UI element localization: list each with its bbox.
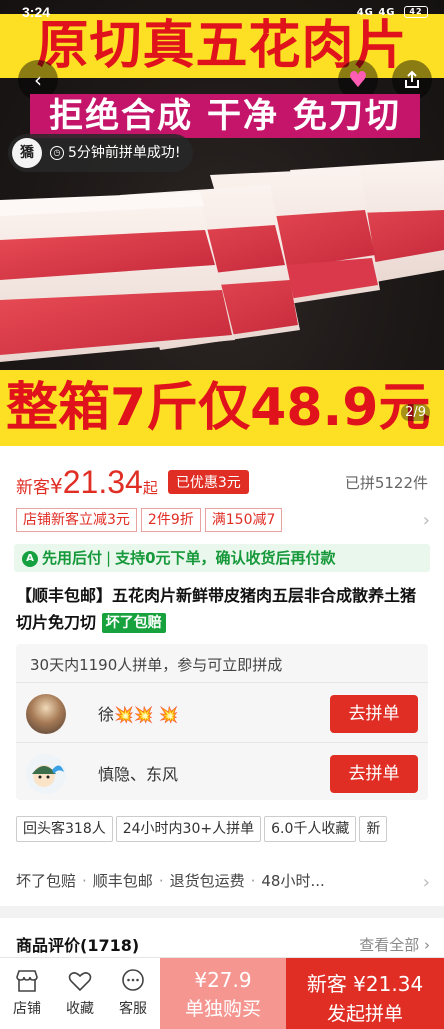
separator-dot: · <box>158 872 164 890</box>
new-customer-label: 新客 <box>16 478 50 498</box>
start-group-buy-button[interactable]: 新客 ¥21.34 发起拼单 <box>286 958 444 1029</box>
separator-dot: · <box>250 872 256 890</box>
avatar <box>26 694 66 734</box>
bottom-action-bar: 店铺 收藏 客服 ¥27.9 单独购买 新客 ¥21.34 发起拼单 <box>0 957 444 1029</box>
favorite-label: 收藏 <box>66 1001 94 1017</box>
battery-icon: 42 <box>404 6 428 18</box>
product-page: 原切真五花肉片 3:24 4G 4G 42 ‹ ♥ 拒绝合成 干净 免刀切 獢 ◷… <box>0 0 444 1029</box>
group-buy-header: 30天内1190人拼单，参与可立即拼成 <box>30 656 283 674</box>
store-icon <box>16 970 38 992</box>
service-row[interactable]: 坏了包赔 · 顺丰包邮 · 退货包运费 · 48小时... <box>16 870 325 891</box>
coupon-list[interactable]: 店铺新客立减3元 2件9折 满150减7 <box>16 508 286 532</box>
product-title-text: 【顺丰包邮】五花肉片新鲜带皮猪肉五层非合成散养土猪切片免刀切 <box>16 586 417 632</box>
pay-later-banner[interactable]: A 先用后付 | 支持0元下单，确认收货后再付款 <box>14 544 430 572</box>
ticker-text: 5分钟前拼单成功! <box>68 145 181 161</box>
heart-outline-icon <box>68 972 92 992</box>
pay-later-desc: 支持0元下单，确认收货后再付款 <box>115 549 336 567</box>
image-pager: 2/9 <box>401 404 430 421</box>
feature-tag: 回头客318人 <box>16 816 113 842</box>
divider: | <box>106 549 112 567</box>
group-buy-box: 30天内1190人拼单，参与可立即拼成 徐💥💥 💥 去拼单 慎隐、东风 去拼单 <box>16 644 428 800</box>
service-label: 客服 <box>119 1001 147 1017</box>
currency-symbol: ¥ <box>50 474 63 498</box>
separator-dot: · <box>82 872 87 890</box>
guarantee-tag: 坏了包赔 <box>101 613 166 633</box>
service-item: 退货包运费 <box>169 872 245 890</box>
coupon-tag[interactable]: 满150减7 <box>204 508 283 532</box>
promo-banner-bottom: 整箱7斤仅48.9元 <box>0 370 444 446</box>
chevron-right-icon[interactable]: › <box>423 510 430 531</box>
store-label: 店铺 <box>13 1001 41 1017</box>
status-bar: 3:24 4G 4G 42 <box>0 0 444 26</box>
group-price: 新客 ¥21.34 <box>306 972 424 996</box>
reviews-heading: 商品评价(1718) <box>16 936 140 955</box>
ticker-avatar: 獢 <box>12 138 42 168</box>
product-info-section: 新客¥21.34起 已优惠3元 已拼5122件 店铺新客立减3元 2件9折 满150减… <box>0 446 444 1020</box>
favorite-button[interactable]: 收藏 <box>57 968 103 1018</box>
feature-tag: 6.0千人收藏 <box>264 816 357 842</box>
buy-alone-button[interactable]: ¥27.9 单独购买 <box>160 958 286 1029</box>
signal-icon: 4G 4G <box>356 7 396 18</box>
share-icon <box>405 70 419 88</box>
group-label: 发起拼单 <box>326 1003 403 1025</box>
service-item: 顺丰包邮 <box>92 872 153 890</box>
view-all-reviews-link[interactable]: 查看全部 › <box>359 934 430 955</box>
pay-later-icon: A <box>22 550 38 567</box>
single-price: ¥27.9 <box>194 968 252 992</box>
store-button[interactable]: 店铺 <box>4 968 50 1018</box>
feature-tag: 新 <box>359 816 388 842</box>
price-from-suffix: 起 <box>142 479 158 497</box>
section-divider <box>0 906 444 918</box>
customer-service-button[interactable]: 客服 <box>110 968 156 1018</box>
service-item: 坏了包赔 <box>16 872 77 890</box>
group-user-name: 徐💥💥 💥 <box>98 705 179 724</box>
promo-banner-sub: 拒绝合成 干净 免刀切 <box>30 94 420 138</box>
feature-tags: 回头客318人 24小时内30+人拼单 6.0千人收藏新 <box>16 816 390 844</box>
service-item: 48小时... <box>261 872 325 890</box>
group-row: 徐💥💥 💥 去拼单 <box>16 682 428 742</box>
heart-icon: ♥ <box>348 68 368 93</box>
chevron-right-icon[interactable]: › <box>423 872 430 893</box>
single-label: 单独购买 <box>184 998 261 1020</box>
pork-belly-photo <box>0 160 444 362</box>
view-all-label: 查看全部 <box>359 936 420 954</box>
group-row: 慎隐、东风 去拼单 <box>16 742 428 802</box>
group-success-ticker: 獢 ◷ 5分钟前拼单成功! <box>8 134 193 172</box>
status-time: 3:24 <box>22 4 51 20</box>
price-amount: 21.34 <box>62 464 143 500</box>
cartoon-avatar-icon <box>32 765 64 787</box>
back-icon: ‹ <box>34 68 42 92</box>
price-row: 新客¥21.34起 已优惠3元 <box>16 464 249 504</box>
chat-icon <box>122 969 144 991</box>
coupon-tag[interactable]: 2件9折 <box>140 508 201 532</box>
pay-later-label: 先用后付 <box>42 549 103 567</box>
join-group-button[interactable]: 去拼单 <box>330 755 418 793</box>
product-title: 【顺丰包邮】五花肉片新鲜带皮猪肉五层非合成散养土猪切片免刀切 坏了包赔 <box>16 582 428 636</box>
discount-badge: 已优惠3元 <box>167 470 249 494</box>
chevron-right-icon: › <box>424 936 430 954</box>
coupon-tag[interactable]: 店铺新客立减3元 <box>16 508 137 532</box>
avatar <box>26 754 66 794</box>
status-indicators: 4G 4G 42 <box>357 6 428 18</box>
feature-tag: 24小时内30+人拼单 <box>115 816 262 842</box>
join-group-button[interactable]: 去拼单 <box>330 695 418 733</box>
product-hero-image[interactable]: 原切真五花肉片 3:24 4G 4G 42 ‹ ♥ 拒绝合成 干净 免刀切 獢 ◷… <box>0 0 444 446</box>
clock-icon: ◷ <box>50 146 64 160</box>
sold-count: 已拼5122件 <box>344 474 428 492</box>
group-user-name: 慎隐、东风 <box>98 765 179 784</box>
